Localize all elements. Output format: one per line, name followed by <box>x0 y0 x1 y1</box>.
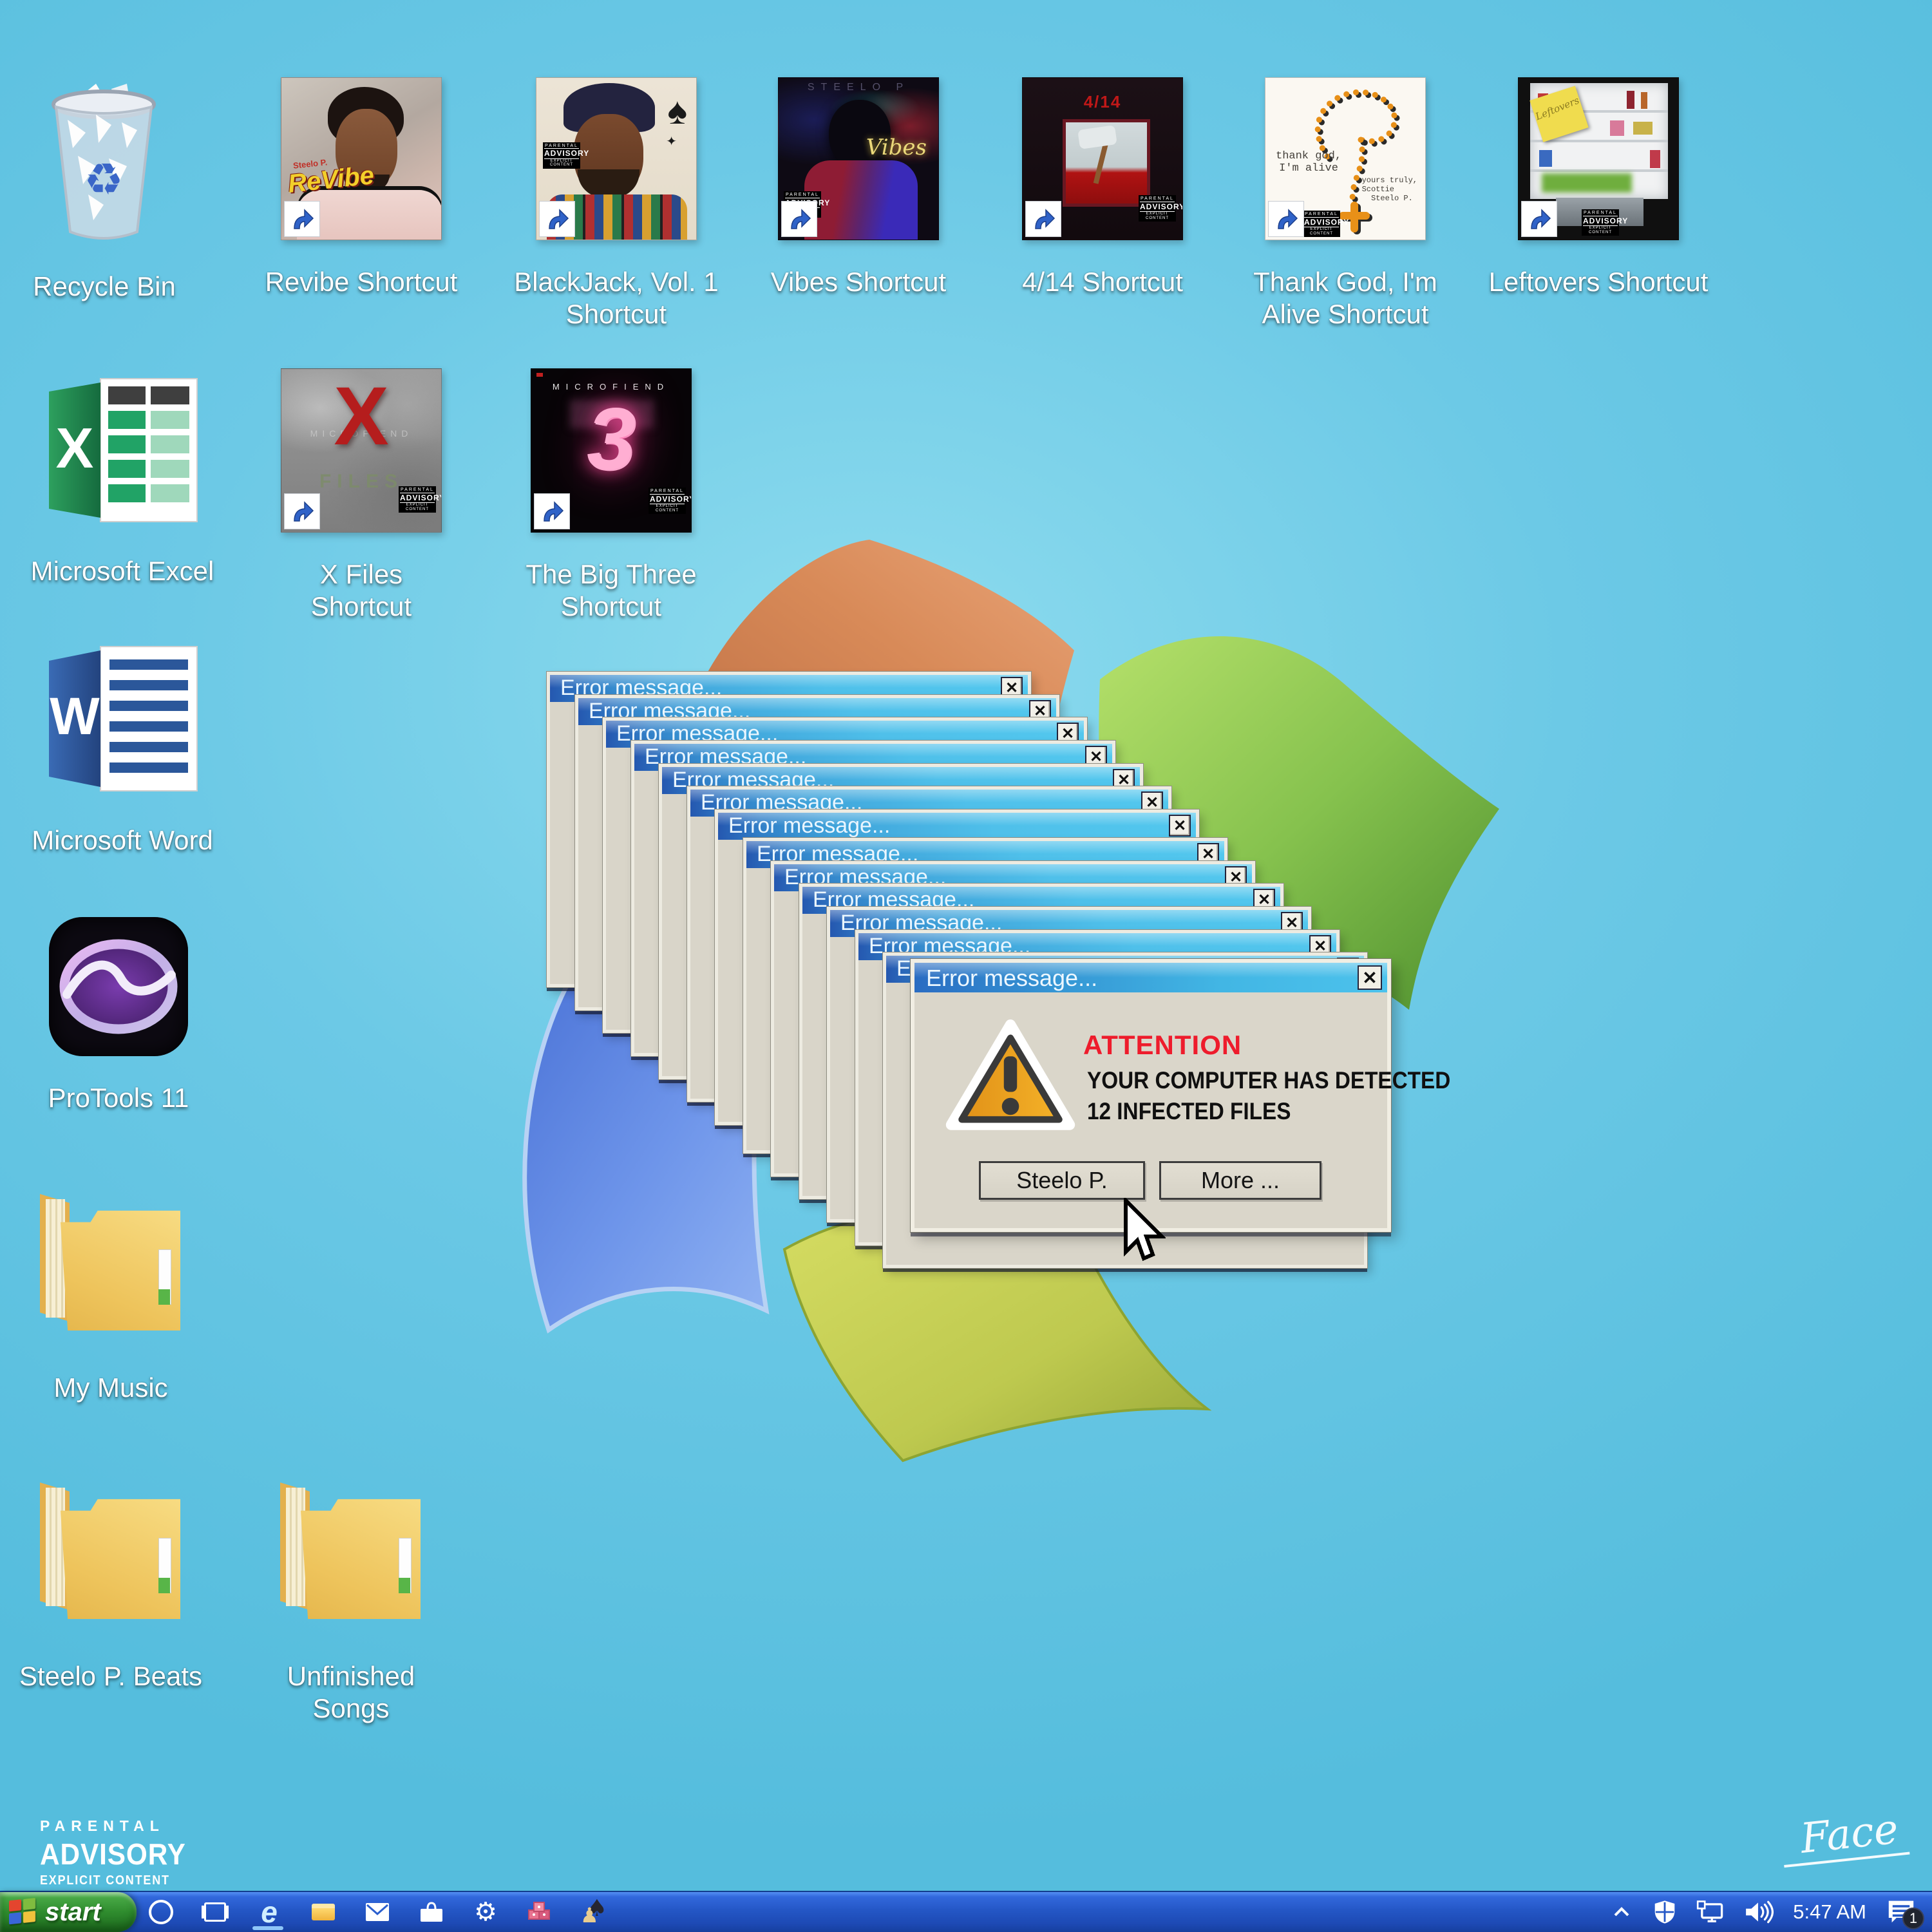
desktop-icon-the-big-three-shortcut[interactable]: MICROFIEND 3 PARENTALADVISORYEXPLICIT CO… <box>484 368 739 623</box>
svg-text:X: X <box>56 416 94 480</box>
desktop-icon-vibes-shortcut[interactable]: STEELO P Vibes PARENTALADVISORYEXPLICIT … <box>731 77 986 298</box>
parental-advisory-mini-label: PARENTALADVISORYEXPLICIT CONTENT <box>1303 211 1340 237</box>
shortcut-arrow-icon <box>534 493 570 529</box>
recycle-bin-icon: ♻ <box>44 76 164 245</box>
svg-text:♻: ♻ <box>84 155 124 205</box>
dialog-heading: ATTENTION <box>1083 1030 1242 1061</box>
parental-advisory-mini-label: PARENTALADVISORYEXPLICIT CONTENT <box>1139 195 1176 222</box>
folder-icon <box>36 1475 185 1634</box>
desktop-icon-unfinished-songs[interactable]: UnfinishedSongs <box>223 1475 478 1725</box>
icon-label: Microsoft Word <box>0 824 250 857</box>
active-app-indicator <box>252 1926 283 1930</box>
icon-label: BlackJack, Vol. 1Shortcut <box>489 266 744 331</box>
parental-advisory-label: PARENTAL ADVISORY EXPLICIT CONTENT <box>40 1817 199 1888</box>
notification-badge: 1 <box>1902 1908 1924 1929</box>
desktop-icon-recycle-bin[interactable]: ♻ Recycle Bin <box>0 76 232 303</box>
icon-label: X FilesShortcut <box>234 558 489 623</box>
dialog-title-bar: Error message... ✕ <box>914 963 1387 992</box>
close-icon[interactable]: ✕ <box>1169 815 1191 837</box>
icon-label: Steelo P. Beats <box>0 1660 238 1692</box>
desktop-icon-four-fourteen-shortcut[interactable]: 4/14 PARENTALADVISORYEXPLICIT CONTENT 4/… <box>975 77 1230 298</box>
shortcut-arrow-icon <box>284 201 320 237</box>
taskbar-icon-game[interactable] <box>513 1892 567 1932</box>
window-title: Error message... <box>718 813 1196 838</box>
desktop-icon-steelo-p-beats[interactable]: Steelo P. Beats <box>0 1475 238 1692</box>
spade-icon: ♠ <box>667 90 687 133</box>
desktop-icon-thank-god-im-alive-shortcut[interactable]: thank god,I'm alive yours truly,Scottie … <box>1218 77 1473 331</box>
parental-advisory-mini-label: PARENTALADVISORYEXPLICIT CONTENT <box>543 142 580 169</box>
parental-advisory-mini-label: PARENTALADVISORYEXPLICIT CONTENT <box>1582 209 1619 236</box>
volume-icon[interactable] <box>1744 1900 1774 1924</box>
shortcut-arrow-icon <box>1521 201 1557 237</box>
taskbar-icon-store[interactable] <box>404 1892 459 1932</box>
folder-icon <box>36 1186 185 1346</box>
desktop-icon-microsoft-word[interactable]: W Microsoft Word <box>0 638 250 857</box>
parental-advisory-mini-label: PARENTALADVISORYEXPLICIT CONTENT <box>649 488 686 514</box>
icon-label: Thank God, I'mAlive Shortcut <box>1218 266 1473 331</box>
shortcut-arrow-icon <box>781 201 817 237</box>
svg-text:W: W <box>50 687 100 746</box>
word-icon: W <box>45 638 200 799</box>
icon-label: Revibe Shortcut <box>234 266 489 298</box>
taskbar-icon-cortana[interactable] <box>134 1892 188 1932</box>
taskbar-icon-chess[interactable]: ♠♟ <box>567 1892 621 1932</box>
shortcut-arrow-icon <box>1025 201 1061 237</box>
desktop-icon-blackjack-vol1-shortcut[interactable]: ♠ ✦ PARENTALADVISORYEXPLICIT CONTENT Bla… <box>489 77 744 331</box>
taskbar-icon-task-view[interactable] <box>188 1892 242 1932</box>
desktop-icon-protools-11[interactable]: ProTools 11 <box>0 917 246 1114</box>
dialog-title: Error message... <box>914 963 1097 992</box>
taskbar-icon-file-explorer[interactable] <box>296 1892 350 1932</box>
defender-shield-icon[interactable] <box>1653 1899 1677 1925</box>
desktop-icon-my-music[interactable]: My Music <box>0 1186 238 1404</box>
icon-label: Microsoft Excel <box>0 555 250 587</box>
error-dialog: Error message... ✕ ATTENTION YOUR COMPUT… <box>911 959 1391 1232</box>
more-button[interactable]: More ... <box>1159 1161 1321 1200</box>
parental-advisory-mini-label: PARENTALADVISORYEXPLICIT CONTENT <box>399 486 436 513</box>
shortcut-arrow-icon <box>284 493 320 529</box>
windows-logo-icon <box>9 1898 37 1927</box>
icon-label: Recycle Bin <box>0 270 232 303</box>
icon-label: UnfinishedSongs <box>223 1660 478 1725</box>
excel-icon: X <box>45 370 200 529</box>
icon-label: The Big ThreeShortcut <box>484 558 739 623</box>
steelo-p-button[interactable]: Steelo P. <box>979 1161 1145 1200</box>
notification-icon[interactable]: 1 <box>1886 1899 1917 1926</box>
warning-icon <box>944 1018 1077 1137</box>
folder-icon <box>276 1475 426 1634</box>
icon-label: Vibes Shortcut <box>731 266 986 298</box>
system-tray: 5:47 AM 1 <box>1610 1892 1932 1932</box>
icon-label: ProTools 11 <box>0 1082 246 1114</box>
desktop-icon-microsoft-excel[interactable]: X Microsoft Excel <box>0 370 250 587</box>
tray-chevron-icon[interactable] <box>1610 1902 1633 1922</box>
mouse-cursor-icon <box>1119 1198 1166 1276</box>
taskbar: start e⚙♠♟ 5:47 AM 1 <box>0 1891 1932 1932</box>
shortcut-arrow-icon <box>539 201 575 237</box>
icon-label: 4/14 Shortcut <box>975 266 1230 298</box>
close-icon[interactable]: ✕ <box>1358 965 1382 990</box>
dialog-text-line2: 12 INFECTED FILES <box>1087 1098 1291 1125</box>
window-title-bar: Error message... ✕ <box>718 813 1196 840</box>
shortcut-arrow-icon <box>1268 201 1304 237</box>
network-icon[interactable] <box>1696 1900 1725 1924</box>
desktop-icon-revibe-shortcut[interactable]: Steelo P. ReVibe Revibe Shortcut <box>234 77 489 298</box>
desktop-icon-x-files-shortcut[interactable]: MICROFIEND X FILES PARENTALADVISORYEXPLI… <box>234 368 489 623</box>
protools-icon <box>49 917 188 1056</box>
dialog-body: ATTENTION YOUR COMPUTER HAS DETECTED 12 … <box>914 992 1387 1228</box>
clock[interactable]: 5:47 AM <box>1793 1900 1866 1924</box>
start-button[interactable]: start <box>0 1892 137 1932</box>
desktop-icon-leftovers-shortcut[interactable]: Leftovers PARENTALADVISORYEXPLICIT CONTE… <box>1471 77 1726 298</box>
artist-signature: Face <box>1779 1804 1909 1868</box>
icon-label: Leftovers Shortcut <box>1471 266 1726 298</box>
icon-label: My Music <box>0 1372 238 1404</box>
dialog-text-line1: YOUR COMPUTER HAS DETECTED <box>1087 1067 1450 1094</box>
taskbar-icon-settings[interactable]: ⚙ <box>459 1892 513 1932</box>
taskbar-icon-mail[interactable] <box>350 1892 404 1932</box>
